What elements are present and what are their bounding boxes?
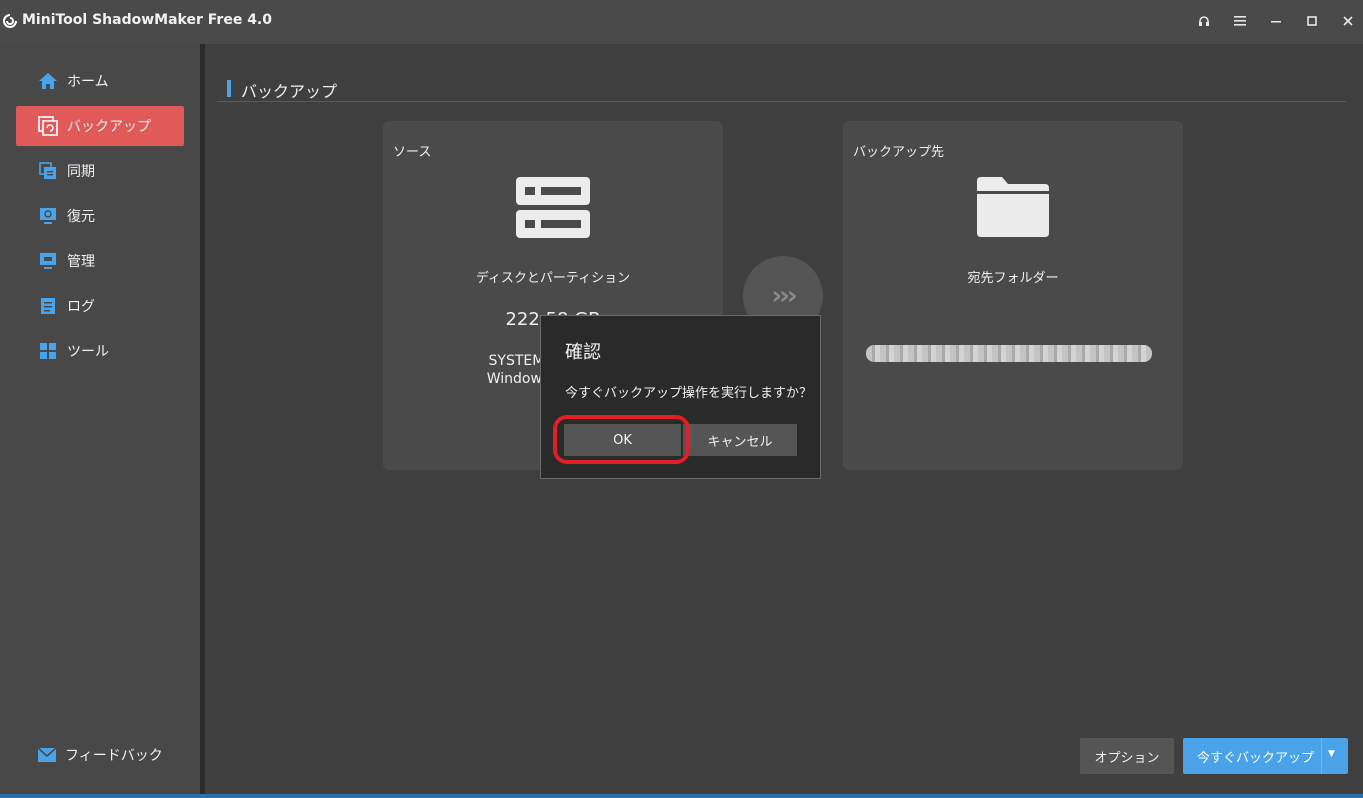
sidebar-item-label: バックアップ (67, 119, 151, 135)
destination-card[interactable]: バックアップ先 宛先フォルダー (843, 121, 1183, 470)
disk-partition-icon (516, 177, 590, 238)
ok-highlight-annotation (553, 415, 690, 464)
sidebar-item-restore[interactable]: 復元 (16, 196, 184, 236)
close-icon[interactable] (1336, 10, 1360, 32)
sidebar-item-label: ホーム (67, 74, 109, 90)
home-icon (38, 71, 58, 91)
dialog-message: 今すぐバックアップ操作を実行しますか？ (565, 386, 813, 401)
folder-icon (977, 177, 1049, 237)
feedback-label: フィードバック (65, 748, 163, 764)
bottom-border (0, 794, 1363, 798)
sidebar-item-backup[interactable]: バックアップ (16, 106, 184, 146)
headset-icon[interactable] (1192, 10, 1216, 32)
sidebar-item-label: 管理 (67, 254, 95, 270)
backup-now-label: 今すぐバックアップ (1197, 750, 1315, 766)
log-icon (38, 296, 58, 316)
menu-icon[interactable] (1228, 10, 1252, 32)
source-heading: ソース (393, 145, 432, 160)
mail-icon (38, 748, 56, 762)
sidebar-item-sync[interactable]: 同期 (16, 151, 184, 191)
cancel-button[interactable]: キャンセル (683, 424, 797, 456)
maximize-icon[interactable] (1300, 10, 1324, 32)
sync-icon (38, 161, 58, 181)
backup-icon (38, 116, 58, 136)
manage-icon (38, 251, 58, 271)
sidebar-item-label: 同期 (67, 164, 95, 180)
sidebar-item-label: ツール (67, 344, 109, 360)
section-accent (227, 80, 231, 97)
app-title: MiniTool ShadowMaker Free 4.0 (22, 12, 272, 28)
destination-type: 宛先フォルダー (967, 271, 1059, 286)
feedback-link[interactable]: フィードバック (38, 745, 163, 765)
tools-icon (38, 341, 58, 361)
app-logo-icon (3, 14, 17, 28)
restore-icon (38, 206, 58, 226)
redacted-path (866, 345, 1152, 362)
sidebar-divider (200, 44, 205, 795)
sidebar-item-label: 復元 (67, 209, 95, 225)
sidebar-item-home[interactable]: ホーム (16, 61, 184, 101)
sidebar-item-manage[interactable]: 管理 (16, 241, 184, 281)
source-type: ディスクとパーティション (475, 271, 631, 286)
dialog-title: 確認 (565, 342, 601, 363)
sidebar-item-label: ログ (67, 299, 95, 315)
options-button[interactable]: オプション (1080, 738, 1174, 774)
backup-now-button[interactable]: 今すぐバックアップ ▼ (1183, 738, 1348, 774)
section-divider (217, 101, 1346, 102)
button-separator (1321, 738, 1322, 774)
minimize-icon[interactable] (1264, 10, 1288, 32)
page-title: バックアップ (241, 82, 338, 101)
sidebar-item-log[interactable]: ログ (16, 286, 184, 326)
destination-heading: バックアップ先 (853, 145, 945, 160)
dropdown-caret-icon[interactable]: ▼ (1328, 749, 1335, 759)
sidebar-item-tools[interactable]: ツール (16, 331, 184, 371)
title-bar: MiniTool ShadowMaker Free 4.0 (0, 0, 1363, 44)
